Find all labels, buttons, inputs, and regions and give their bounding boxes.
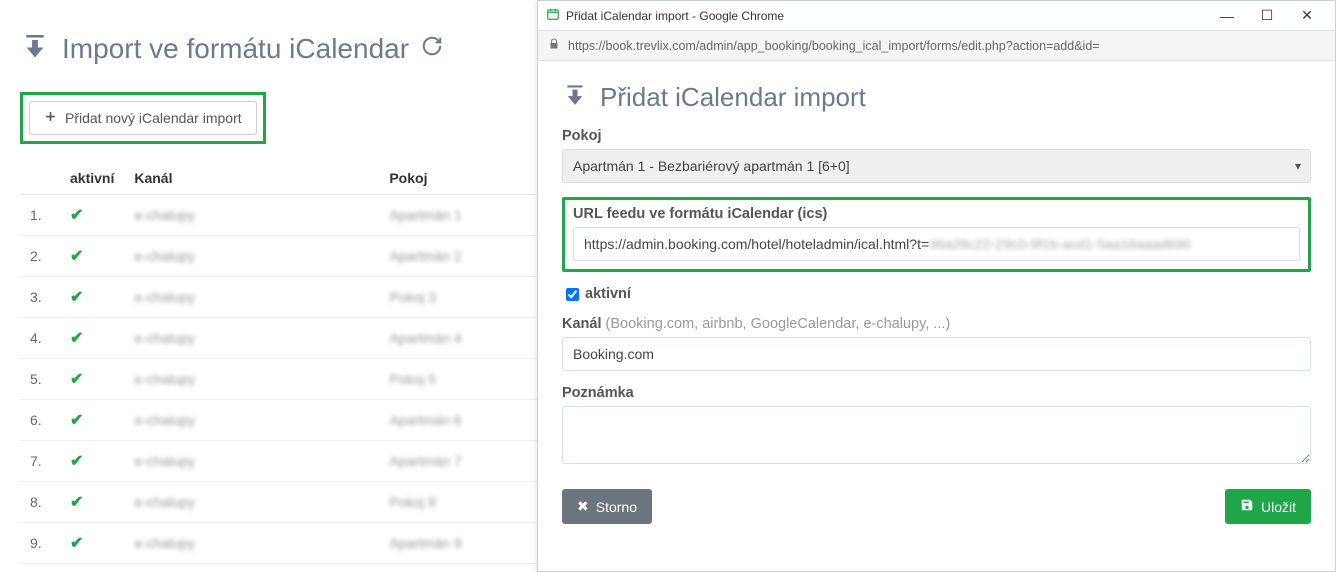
save-label: Uložit <box>1261 499 1296 515</box>
field-channel: Kanál (Booking.com, airbnb, GoogleCalend… <box>562 316 1311 371</box>
save-icon <box>1240 498 1254 515</box>
url-hidden-part: 46a28c22-29c0-9f1b-acd1-5aa16aaad690 <box>929 236 1191 252</box>
url-visible-part: https://admin.booking.com/hotel/hoteladm… <box>584 236 929 252</box>
row-channel: e-chalupy <box>124 523 379 564</box>
check-icon: ✔ <box>70 330 83 347</box>
url-text: https://book.trevlix.com/admin/app_booki… <box>568 39 1100 53</box>
check-icon: ✔ <box>70 453 83 470</box>
row-index: 3. <box>20 277 60 318</box>
cancel-label: Storno <box>596 499 637 515</box>
check-icon: ✔ <box>70 207 83 224</box>
row-index: 9. <box>20 523 60 564</box>
row-index: 4. <box>20 318 60 359</box>
close-button[interactable]: ✕ <box>1287 7 1327 24</box>
row-active: ✔ <box>60 277 124 318</box>
add-import-popup: Přidat iCalendar import - Google Chrome … <box>537 0 1336 572</box>
row-index: 1. <box>20 195 60 236</box>
page-title-text: Import ve formátu iCalendar <box>62 33 409 65</box>
url-label: URL feedu ve formátu iCalendar (ics) <box>573 206 1300 222</box>
check-icon: ✔ <box>70 412 83 429</box>
row-active: ✔ <box>60 318 124 359</box>
row-active: ✔ <box>60 441 124 482</box>
url-input[interactable]: https://admin.booking.com/hotel/hoteladm… <box>573 227 1300 261</box>
active-label: aktivní <box>585 286 631 302</box>
form-title: Přidat iCalendar import <box>562 81 1311 114</box>
row-active: ✔ <box>60 359 124 400</box>
cancel-button[interactable]: ✖ Storno <box>562 489 652 524</box>
room-select[interactable]: Apartmán 1 - Bezbariérový apartmán 1 [6+… <box>562 149 1311 183</box>
add-button-label: Přidat nový iCalendar import <box>65 110 242 126</box>
row-index: 6. <box>20 400 60 441</box>
check-icon: ✔ <box>70 535 83 552</box>
popup-form: Přidat iCalendar import Pokoj Apartmán 1… <box>538 61 1335 571</box>
row-active: ✔ <box>60 195 124 236</box>
refresh-icon[interactable] <box>421 35 443 63</box>
row-channel: e-chalupy <box>124 277 379 318</box>
row-channel: e-chalupy <box>124 441 379 482</box>
room-label: Pokoj <box>562 128 1311 144</box>
row-channel: e-chalupy <box>124 236 379 277</box>
row-channel: e-chalupy <box>124 318 379 359</box>
row-index: 7. <box>20 441 60 482</box>
add-icalendar-import-button[interactable]: Přidat nový iCalendar import <box>29 101 257 135</box>
row-channel: e-chalupy <box>124 195 379 236</box>
col-channel: Kanál <box>124 162 379 195</box>
minimize-button[interactable]: — <box>1207 8 1247 24</box>
row-active: ✔ <box>60 482 124 523</box>
field-active: aktivní <box>562 286 1311 302</box>
row-index: 8. <box>20 482 60 523</box>
lock-icon <box>548 38 560 53</box>
download-icon <box>562 81 588 114</box>
form-title-text: Přidat iCalendar import <box>600 82 866 113</box>
row-channel: e-chalupy <box>124 359 379 400</box>
row-active: ✔ <box>60 400 124 441</box>
row-active: ✔ <box>60 236 124 277</box>
active-checkbox[interactable] <box>566 288 579 301</box>
check-icon: ✔ <box>70 371 83 388</box>
plus-icon <box>44 110 57 126</box>
note-textarea[interactable] <box>562 406 1311 464</box>
save-button[interactable]: Uložit <box>1225 489 1311 524</box>
check-icon: ✔ <box>70 494 83 511</box>
check-icon: ✔ <box>70 248 83 265</box>
row-channel: e-chalupy <box>124 400 379 441</box>
form-actions: ✖ Storno Uložit <box>562 489 1311 524</box>
address-bar: https://book.trevlix.com/admin/app_booki… <box>538 31 1335 61</box>
maximize-button[interactable]: ☐ <box>1247 7 1287 24</box>
row-active: ✔ <box>60 523 124 564</box>
check-icon: ✔ <box>70 289 83 306</box>
field-url-highlight: URL feedu ve formátu iCalendar (ics) htt… <box>562 197 1311 272</box>
download-icon <box>20 30 50 67</box>
note-label: Poznámka <box>562 385 1311 401</box>
field-room: Pokoj Apartmán 1 - Bezbariérový apartmán… <box>562 128 1311 183</box>
row-channel: e-chalupy <box>124 482 379 523</box>
close-icon: ✖ <box>577 498 589 515</box>
row-index: 5. <box>20 359 60 400</box>
calendar-icon <box>546 7 560 24</box>
window-titlebar: Přidat iCalendar import - Google Chrome … <box>538 1 1335 31</box>
add-button-highlight: Přidat nový iCalendar import <box>20 92 266 144</box>
field-note: Poznámka <box>562 385 1311 469</box>
col-active: aktivní <box>60 162 124 195</box>
channel-label: Kanál (Booking.com, airbnb, GoogleCalend… <box>562 316 1311 332</box>
row-index: 2. <box>20 236 60 277</box>
window-title-text: Přidat iCalendar import - Google Chrome <box>566 9 784 23</box>
channel-input[interactable] <box>562 337 1311 371</box>
